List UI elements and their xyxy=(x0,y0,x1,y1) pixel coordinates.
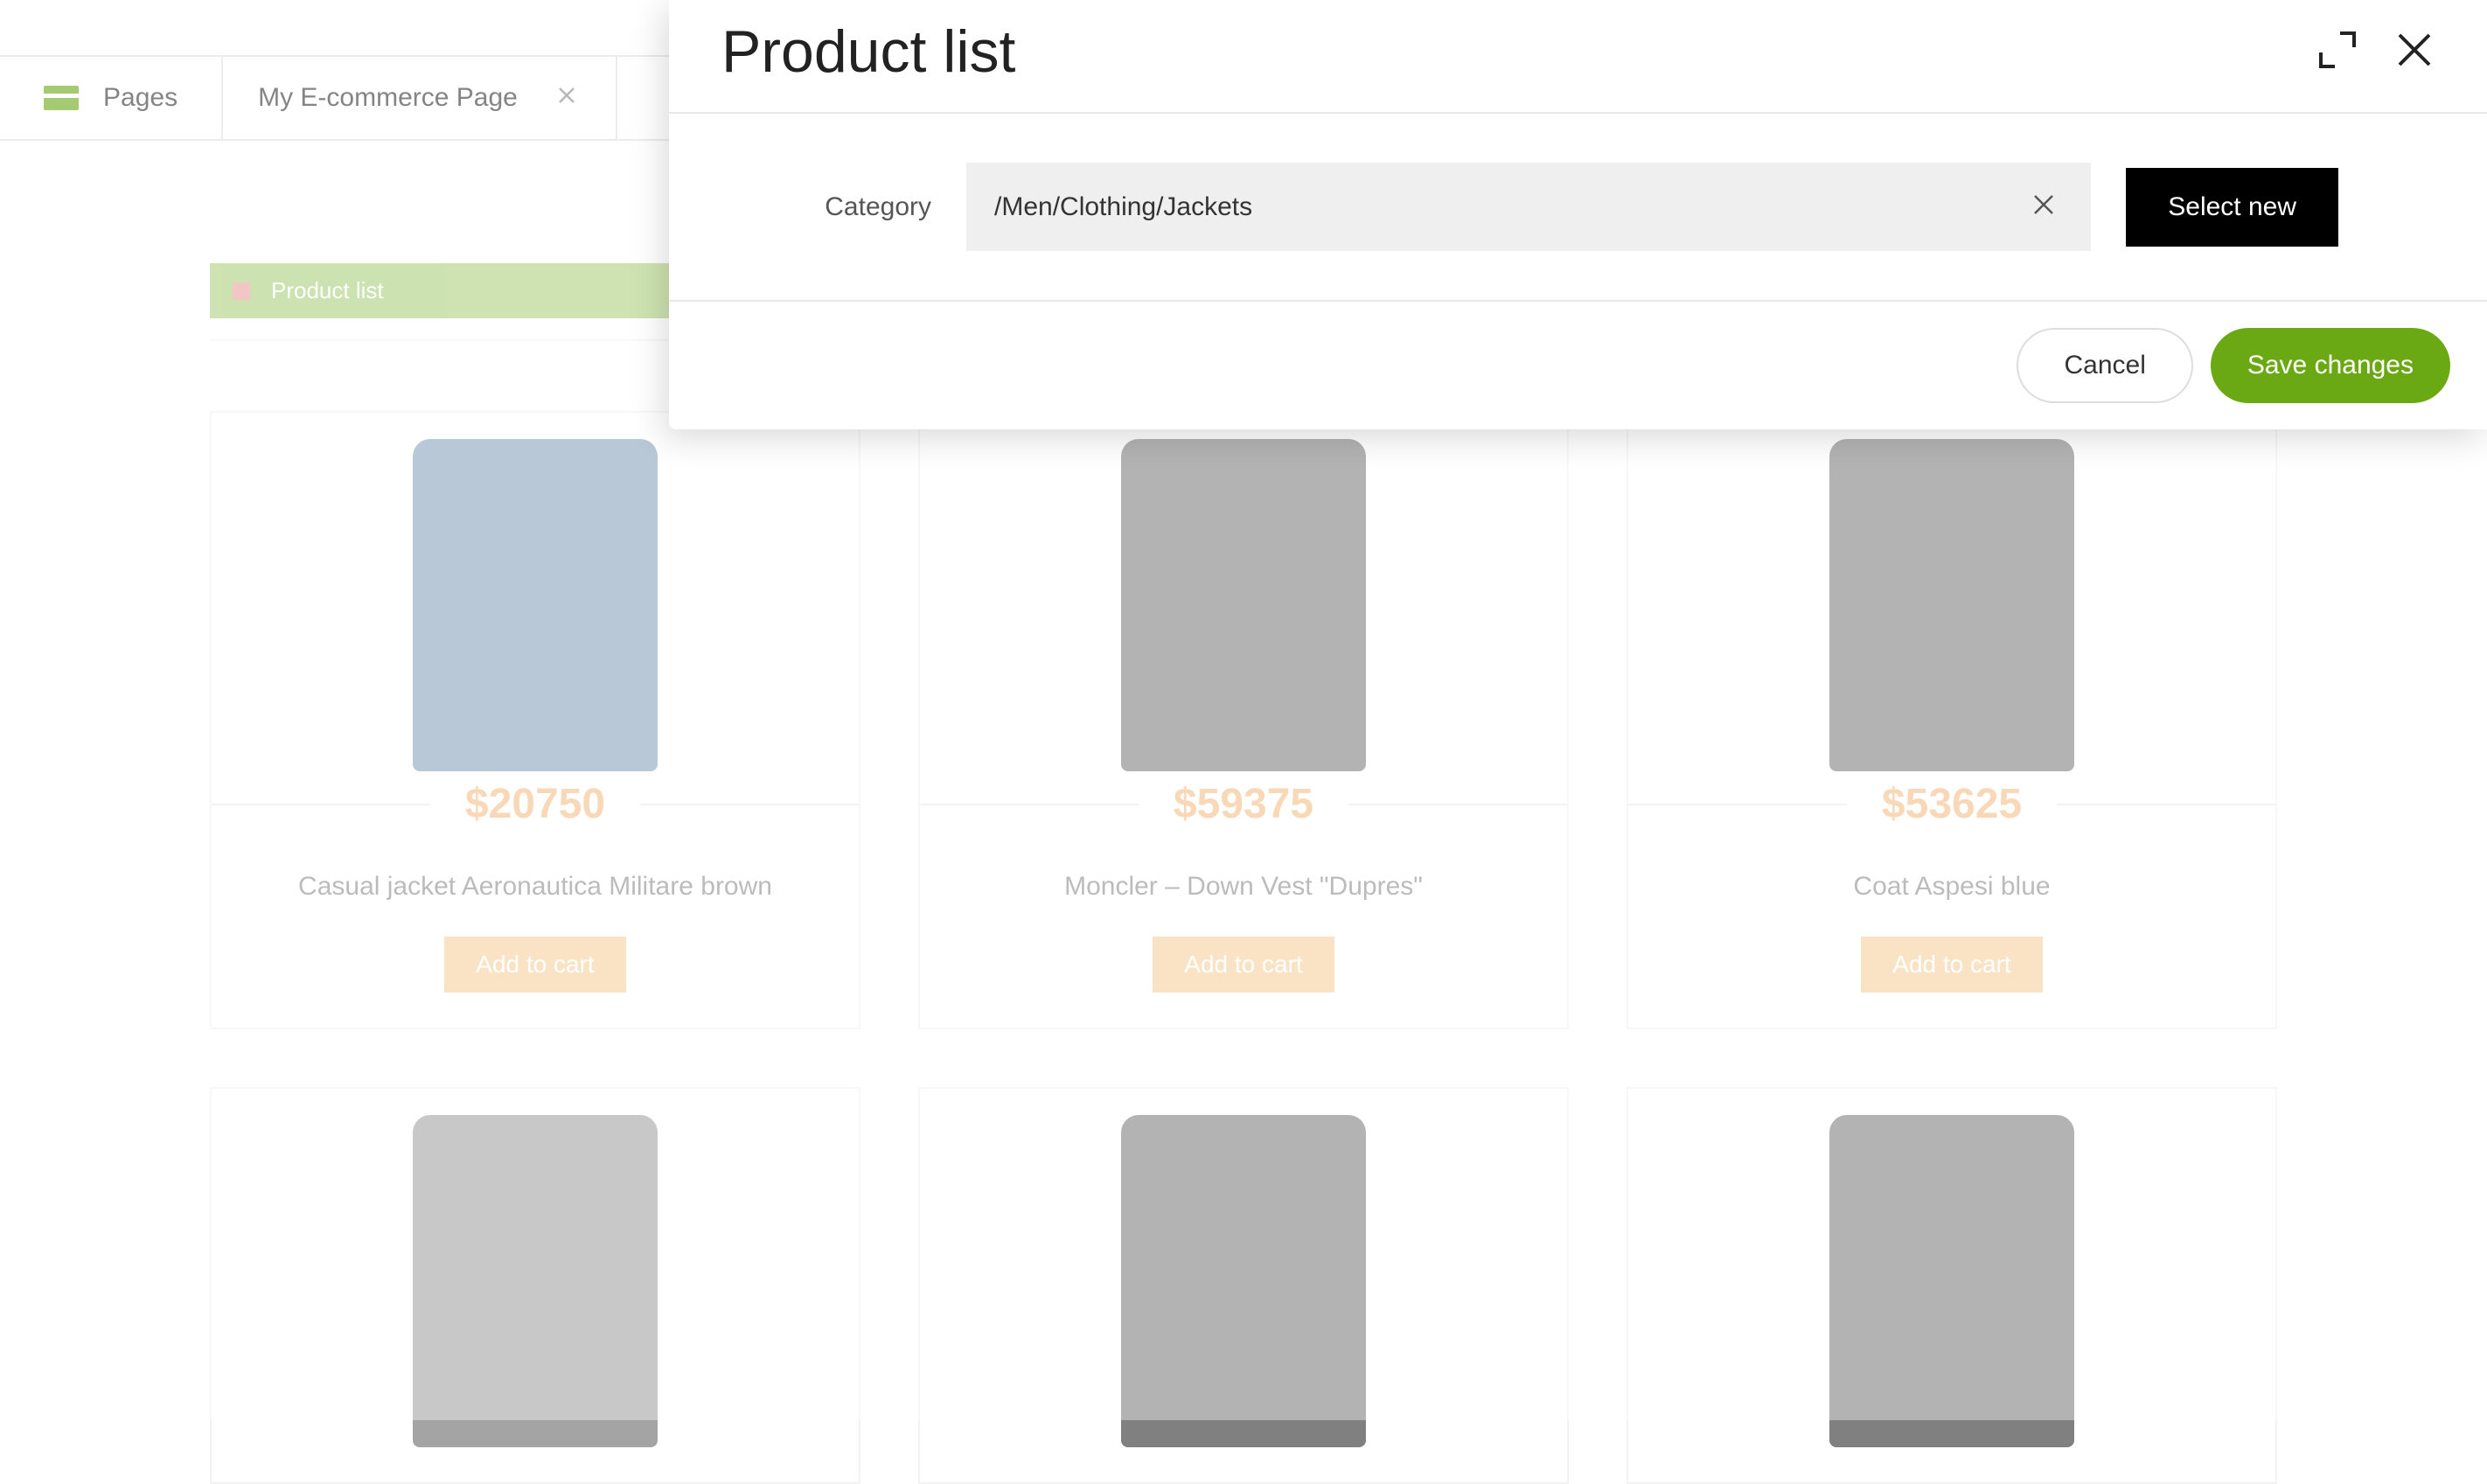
tab-my-ecommerce-page[interactable]: My E-commerce Page xyxy=(223,57,617,139)
product-card xyxy=(918,1087,1569,1484)
expand-icon[interactable] xyxy=(2316,28,2359,76)
section-title: Product list xyxy=(271,277,384,304)
product-card: $53625 Coat Aspesi blue Add to cart xyxy=(1627,411,2277,1029)
product-image xyxy=(920,1089,1567,1447)
product-name: Casual jacket Aeronautica Militare brown xyxy=(281,872,790,902)
category-field[interactable] xyxy=(966,163,2091,251)
product-image xyxy=(1628,1089,2275,1447)
pages-label: Pages xyxy=(103,83,178,113)
product-price: $20750 xyxy=(430,780,640,828)
modal-header: Product list xyxy=(669,0,2487,114)
clear-icon[interactable] xyxy=(2024,185,2063,228)
tab-label: My E-commerce Page xyxy=(258,83,518,113)
product-card xyxy=(210,1087,860,1484)
modal-title: Product list xyxy=(721,17,1015,86)
select-new-button[interactable]: Select new xyxy=(2126,168,2338,247)
add-to-cart-button[interactable]: Add to cart xyxy=(444,937,625,993)
product-list-modal: Product list Category xyxy=(669,0,2487,429)
modal-body: Category Select new xyxy=(669,114,2487,302)
product-name: Coat Aspesi blue xyxy=(1836,872,2067,902)
add-to-cart-button[interactable]: Add to cart xyxy=(1153,937,1334,993)
product-price: $59375 xyxy=(1139,780,1348,828)
pages-icon xyxy=(44,86,79,110)
product-image xyxy=(212,413,859,771)
pages-tab[interactable]: Pages xyxy=(0,57,223,139)
product-image xyxy=(1628,413,2275,771)
cancel-button[interactable]: Cancel xyxy=(2017,328,2192,403)
modal-footer: Cancel Save changes xyxy=(669,302,2487,429)
product-grid: $20750 Casual jacket Aeronautica Militar… xyxy=(210,411,2277,1484)
product-price: $53625 xyxy=(1847,780,2057,828)
close-icon[interactable] xyxy=(2394,30,2435,74)
product-name: Moncler – Down Vest "Dupres" xyxy=(1047,872,1440,902)
product-card: $59375 Moncler – Down Vest "Dupres" Add … xyxy=(918,411,1569,1029)
product-card xyxy=(1627,1087,2277,1484)
category-label: Category xyxy=(721,192,931,222)
status-dot-icon xyxy=(233,282,250,300)
product-image xyxy=(212,1089,859,1447)
modal-overlay: Product list Category xyxy=(0,0,2487,1420)
save-button[interactable]: Save changes xyxy=(2211,328,2450,403)
product-image xyxy=(920,413,1567,771)
close-icon[interactable] xyxy=(553,80,581,115)
product-card: $20750 Casual jacket Aeronautica Militar… xyxy=(210,411,860,1029)
add-to-cart-button[interactable]: Add to cart xyxy=(1861,937,2042,993)
category-input[interactable] xyxy=(994,192,2024,222)
